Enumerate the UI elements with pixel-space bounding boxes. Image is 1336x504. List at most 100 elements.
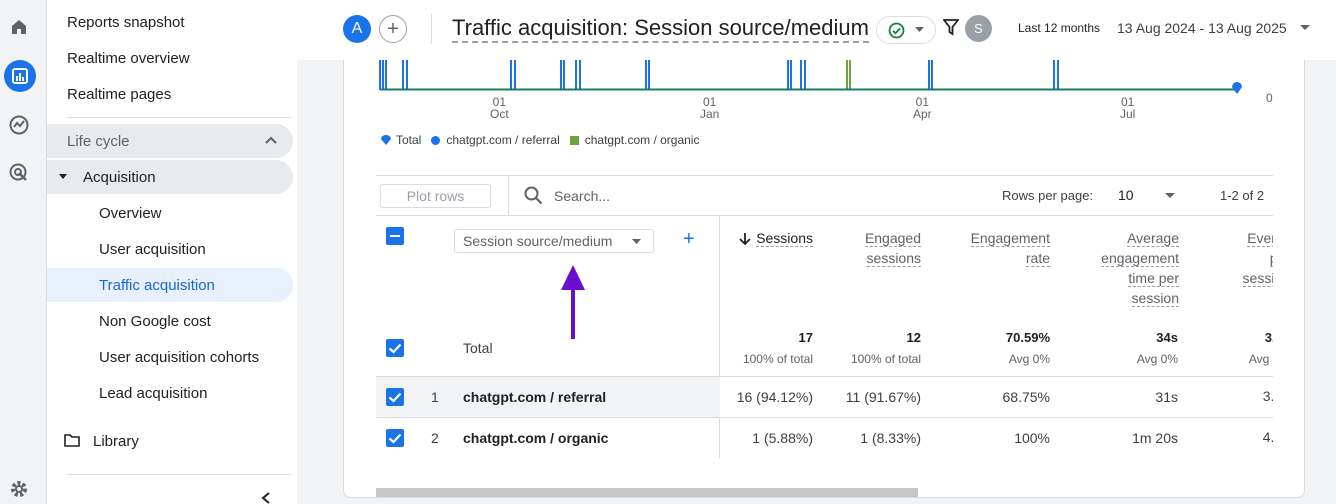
cell-engaged: 11 (91.67%) [845, 389, 921, 405]
caret-down-icon[interactable] [1165, 193, 1175, 199]
referral-spike [800, 60, 806, 90]
row-label: chatgpt.com / referral [463, 389, 607, 405]
legend-item-referral[interactable]: chatgpt.com / referral [431, 133, 560, 147]
advertising-icon[interactable] [4, 158, 34, 188]
total-engaged: 12 [906, 330, 921, 345]
plot-rows-button[interactable]: Plot rows [380, 184, 491, 208]
collapse-chevron-icon[interactable] [261, 492, 271, 504]
icon-rail [0, 0, 47, 504]
sidebar-item-library[interactable]: Library [47, 424, 293, 458]
horizontal-scrollbar[interactable] [376, 488, 918, 497]
total-engaged-sub: 100% of total [850, 352, 921, 366]
column-header-engagement-rate[interactable]: Engagement rate [950, 228, 1050, 268]
section-label: Life cycle [67, 132, 130, 150]
check-icon [388, 392, 402, 403]
y-tick: 0 [1266, 91, 1273, 105]
sidebar-item-label: Traffic acquisition [99, 276, 215, 294]
divider [376, 215, 1273, 216]
sidebar-item-label: Non Google cost [99, 312, 211, 330]
sidebar-item-realtime-pages[interactable]: Realtime pages [47, 77, 293, 111]
chevron-up-icon [265, 136, 277, 144]
date-preset-label[interactable]: Last 12 months [1018, 21, 1100, 35]
minus-icon [390, 235, 400, 237]
status-chip[interactable] [876, 16, 936, 44]
cell-events: 4.00 [1262, 429, 1273, 445]
sidebar-item-overview[interactable]: Overview [47, 196, 293, 230]
cell-sessions: 1 (5.88%) [752, 430, 813, 446]
cell-avg-time: 31s [1155, 389, 1178, 405]
caret-down-icon [632, 239, 641, 244]
explore-icon[interactable] [4, 110, 34, 140]
organic-spike [846, 60, 851, 90]
date-range[interactable]: 13 Aug 2024 - 13 Aug 2025 [1117, 20, 1287, 36]
divider [431, 14, 432, 44]
referral-spike [1053, 60, 1059, 90]
legend-item-total[interactable]: Total [380, 133, 421, 147]
reports-icon[interactable] [4, 60, 36, 92]
column-header-avg-engagement-time[interactable]: Average engagement time per session [1078, 228, 1179, 308]
referral-spike [382, 60, 387, 90]
referral-spike [560, 60, 565, 90]
total-sessions: 17 [798, 330, 813, 345]
column-header-events-per-session[interactable]: Eventspersession [1190, 228, 1273, 288]
select-all-checkbox[interactable] [386, 227, 404, 245]
row-checkbox[interactable] [386, 429, 404, 447]
referral-spike [575, 60, 581, 90]
sidebar-item-label: Overview [99, 204, 162, 222]
check-icon [388, 343, 402, 354]
total-marker-icon [381, 135, 391, 145]
page-title: Traffic acquisition: Session source/medi… [452, 15, 869, 43]
sidebar: Reports snapshot Realtime overview Realt… [47, 0, 297, 504]
divider [67, 474, 291, 475]
search-input[interactable] [554, 185, 854, 207]
column-header-engaged-sessions[interactable]: Engaged sessions [840, 228, 921, 268]
column-header-sessions[interactable]: Sessions [735, 228, 813, 248]
sidebar-item-acquisition[interactable]: Acquisition [47, 160, 293, 194]
chart-legend: Total chatgpt.com / referral chatgpt.com… [380, 133, 709, 147]
referral-spike [645, 60, 650, 90]
sidebar-section-lifecycle[interactable]: Life cycle [47, 124, 293, 158]
check-icon [388, 433, 402, 444]
referral-series [379, 60, 1238, 90]
total-label: Total [463, 340, 493, 356]
rows-per-page-label: Rows per page: [1002, 188, 1094, 203]
add-comparison-button[interactable]: + [379, 15, 407, 43]
sidebar-item-lead-acquisition[interactable]: Lead acquisition [47, 376, 293, 410]
dimension-select[interactable]: Session source/medium [454, 229, 654, 253]
row-checkbox[interactable] [386, 388, 404, 406]
sidebar-item-label: Realtime pages [67, 85, 172, 103]
row-number: 2 [431, 430, 439, 446]
total-avg-time: 34s [1156, 330, 1178, 345]
comparison-avatar[interactable]: A [343, 15, 371, 43]
legend-item-organic[interactable]: chatgpt.com / organic [569, 133, 699, 147]
user-avatar[interactable]: S [965, 15, 992, 42]
divider [376, 417, 1273, 418]
divider [376, 175, 1273, 176]
arrow-down-icon [739, 233, 751, 245]
referral-spike [787, 60, 792, 90]
cell-sessions: 16 (94.12%) [736, 389, 813, 405]
x-tick: 01 Apr [913, 95, 932, 121]
filter-icon[interactable] [943, 18, 959, 36]
sidebar-item-reports-snapshot[interactable]: Reports snapshot [47, 5, 293, 39]
cell-engaged: 1 (8.33%) [860, 430, 921, 446]
caret-down-icon [59, 174, 67, 179]
caret-down-icon [915, 27, 924, 32]
cell-events: 3.88 [1262, 388, 1273, 404]
add-dimension-button[interactable]: + [683, 228, 695, 251]
total-checkbox[interactable] [386, 339, 404, 357]
divider [67, 117, 291, 118]
referral-spike [928, 60, 933, 90]
events-column-clip: Eventspersession 3.88 Avg 0% 3.88 4.00 [1190, 216, 1273, 458]
sidebar-item-non-google-cost[interactable]: Non Google cost [47, 304, 293, 338]
sidebar-item-user-acquisition[interactable]: User acquisition [47, 232, 293, 266]
caret-down-icon[interactable] [1300, 25, 1310, 31]
rows-per-page-select[interactable]: 10 [1118, 187, 1134, 203]
settings-icon[interactable] [4, 474, 34, 504]
x-tick: 01 Jan [700, 95, 720, 121]
sidebar-item-user-acquisition-cohorts[interactable]: User acquisition cohorts [47, 340, 293, 374]
annotation-arrow [561, 265, 585, 339]
home-icon[interactable] [4, 12, 34, 42]
sidebar-item-realtime-overview[interactable]: Realtime overview [47, 41, 293, 75]
sidebar-item-traffic-acquisition[interactable]: Traffic acquisition [47, 268, 293, 302]
